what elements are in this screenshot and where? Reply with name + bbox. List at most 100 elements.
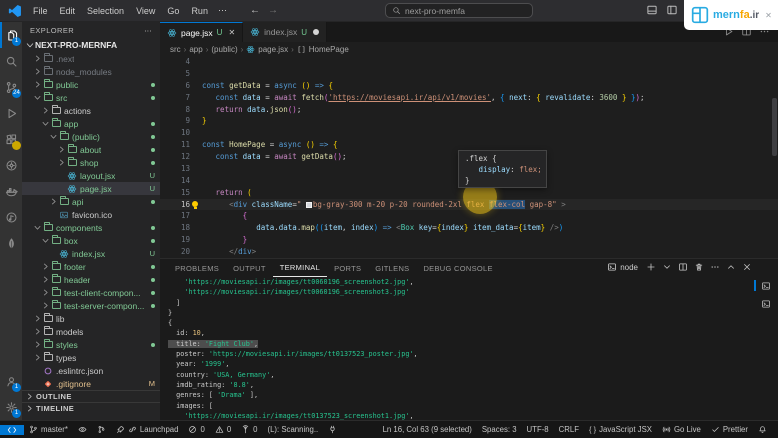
terminal-output[interactable]: 'https://moviesapi.ir/images/tt0060196_s… [160, 277, 754, 420]
status-eol[interactable]: CRLF [559, 425, 579, 434]
panel-tab-terminal[interactable]: TERMINAL [272, 259, 328, 277]
panel-tab-ports[interactable]: PORTS [327, 259, 368, 277]
panel-tab-gitlens[interactable]: GITLENS [368, 259, 416, 277]
tree-item-node-modules[interactable]: node_modules [22, 65, 160, 78]
status-prettier[interactable]: Prettier [711, 425, 748, 434]
editor-scrollbar[interactable] [772, 98, 777, 156]
status-git-branch[interactable]: master* [29, 425, 68, 434]
tree-item-test-server-compon-[interactable]: test-server-compon... [22, 299, 160, 312]
status-language-mode[interactable]: { } JavaScript JSX [589, 425, 652, 434]
tree-item-footer[interactable]: footer [22, 260, 160, 273]
close-icon[interactable]: ✕ [228, 28, 235, 37]
tree-item-actions[interactable]: actions [22, 104, 160, 117]
tab-page-jsx[interactable]: page.jsx U ✕ [160, 22, 244, 42]
tab-index-jsx[interactable]: index.jsx U [243, 22, 328, 42]
status-notifications[interactable] [758, 425, 767, 434]
tree-item-shop[interactable]: shop [22, 156, 160, 169]
close-panel-button[interactable] [742, 262, 752, 272]
breadcrumb-item[interactable]: page.jsx [258, 45, 288, 54]
tree-item--eslintrc-json[interactable]: .eslintrc.json [22, 364, 160, 377]
status-ports[interactable]: 0 [241, 425, 258, 434]
status-launchpad[interactable]: Launchpad [116, 425, 178, 434]
menu-go[interactable]: Go [162, 4, 184, 18]
status-go-live[interactable]: Go Live [662, 425, 701, 434]
tree-item--gitignore[interactable]: .gitignore M [22, 377, 160, 390]
tree-item-components[interactable]: components [22, 221, 160, 234]
maximize-panel-button[interactable] [726, 262, 736, 272]
explorer-actions-icon[interactable]: ⋯ [144, 26, 152, 35]
search-box[interactable]: next-pro-memfa [385, 3, 533, 18]
activity-explorer[interactable]: 1 [0, 22, 22, 48]
status-scanner-status[interactable]: (L): Scanning.. [268, 425, 319, 434]
kill-terminal-button[interactable] [694, 262, 704, 272]
toggle-panel-icon[interactable] [646, 4, 658, 16]
active-terminal-label[interactable]: node [607, 262, 638, 272]
tree-item-page-jsx[interactable]: page.jsx U [22, 182, 160, 195]
menu-view[interactable]: View [131, 4, 160, 18]
new-terminal-button[interactable] [646, 262, 656, 272]
tree-item-header[interactable]: header [22, 273, 160, 286]
status-power-status[interactable] [328, 425, 337, 434]
status-gitlens-toggle[interactable] [78, 425, 87, 434]
activity-source-control[interactable]: 24 [0, 74, 22, 100]
remote-indicator[interactable] [0, 424, 24, 435]
activity-live-share[interactable] [0, 204, 22, 230]
panel-tab-debug-console[interactable]: DEBUG CONSOLE [416, 259, 499, 277]
tree-item-favicon-ico[interactable]: favicon.ico [22, 208, 160, 221]
forward-button[interactable]: → [268, 5, 278, 16]
section-outline[interactable]: OUTLINE [22, 390, 160, 402]
tree-item-index-jsx[interactable]: index.jsx U [22, 247, 160, 260]
project-root-row[interactable]: NEXT-PRO-MERNFA [22, 38, 160, 52]
activity-accounts[interactable]: 1 [0, 368, 22, 394]
tree-item-types[interactable]: types [22, 351, 160, 364]
tree-item--public-[interactable]: (public) [22, 130, 160, 143]
tree-item-test-client-compon-[interactable]: test-client-compon... [22, 286, 160, 299]
section-timeline[interactable]: TIMELINE [22, 402, 160, 414]
tree-item-lib[interactable]: lib [22, 312, 160, 325]
status-cursor-position[interactable]: Ln 16, Col 63 (9 selected) [383, 425, 472, 434]
activity-run-and-debug[interactable] [0, 100, 22, 126]
menu-file[interactable]: File [28, 4, 53, 18]
terminal-instance-2[interactable] [757, 297, 775, 310]
status-indentation[interactable]: Spaces: 3 [482, 425, 517, 434]
breadcrumb-item[interactable]: HomePage [309, 45, 349, 54]
breadcrumb-item[interactable]: app [189, 45, 202, 54]
status-encoding[interactable]: UTF-8 [527, 425, 549, 434]
customize-layout-icon[interactable] [666, 4, 678, 16]
activity-remote-explorer[interactable] [0, 152, 22, 178]
menubar-overflow[interactable]: ⋯ [213, 3, 232, 18]
terminal-instance-1[interactable] [754, 279, 775, 292]
breadcrumb-item[interactable]: (public) [211, 45, 237, 54]
status-errors[interactable]: 0 [188, 425, 205, 434]
menu-edit[interactable]: Edit [55, 4, 81, 18]
tree-item--next[interactable]: .next [22, 52, 160, 65]
activity-docker[interactable] [0, 178, 22, 204]
back-button[interactable]: ← [250, 5, 260, 16]
terminal-dropdown-button[interactable] [662, 262, 672, 272]
panel-more-button[interactable] [710, 262, 720, 272]
tree-item-about[interactable]: about [22, 143, 160, 156]
panel-tab-output[interactable]: OUTPUT [226, 259, 273, 277]
breadcrumb-item[interactable]: src [170, 45, 181, 54]
tree-item-src[interactable]: src [22, 91, 160, 104]
tree-item-api[interactable]: api [22, 195, 160, 208]
tree-item-box[interactable]: box [22, 234, 160, 247]
lightbulb-icon[interactable] [192, 201, 198, 209]
activity-extensions[interactable] [0, 126, 22, 152]
menu-selection[interactable]: Selection [82, 4, 129, 18]
split-terminal-button[interactable] [678, 262, 688, 272]
tree-item-app[interactable]: app [22, 117, 160, 130]
menu-run[interactable]: Run [186, 4, 213, 18]
tree-item-public[interactable]: public [22, 78, 160, 91]
tree-item-styles[interactable]: styles [22, 338, 160, 351]
activity-settings[interactable]: 1 [0, 394, 22, 420]
status-warnings[interactable]: 0 [215, 425, 231, 434]
activity-mongodb[interactable] [0, 230, 22, 256]
tree-item-models[interactable]: models [22, 325, 160, 338]
dirty-dot-icon[interactable] [313, 29, 320, 35]
tree-item-layout-jsx[interactable]: layout.jsx U [22, 169, 160, 182]
status-commit-graph[interactable] [97, 425, 106, 434]
panel-tab-problems[interactable]: PROBLEMS [168, 259, 226, 277]
activity-search[interactable] [0, 48, 22, 74]
code-editor[interactable]: 4 5 6 const getData = async () => {7 const … [160, 56, 778, 258]
